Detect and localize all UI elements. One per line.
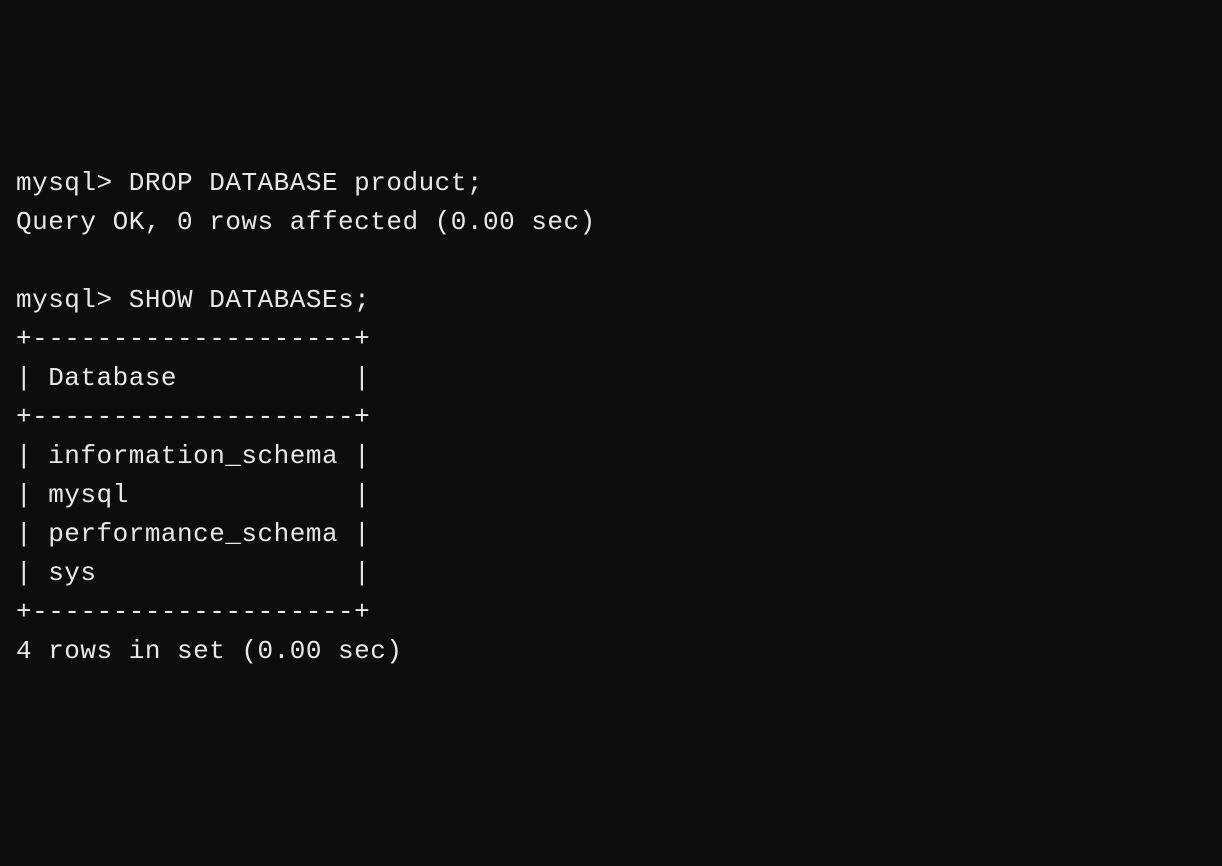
table-row: | information_schema |	[16, 437, 1206, 476]
command-show: SHOW DATABASEs;	[129, 285, 371, 315]
table-row: | sys |	[16, 554, 1206, 593]
blank-line	[16, 242, 1206, 281]
query-result-1: Query OK, 0 rows affected (0.00 sec)	[16, 203, 1206, 242]
table-row: | mysql |	[16, 476, 1206, 515]
table-border-bottom: +--------------------+	[16, 593, 1206, 632]
command-drop: DROP DATABASE product;	[129, 168, 483, 198]
query-result-2: 4 rows in set (0.00 sec)	[16, 632, 1206, 671]
mysql-prompt: mysql>	[16, 285, 113, 315]
table-border-top: +--------------------+	[16, 320, 1206, 359]
table-border-mid: +--------------------+	[16, 398, 1206, 437]
table-header: | Database |	[16, 359, 1206, 398]
mysql-prompt: mysql>	[16, 168, 113, 198]
prompt-line-2: mysql> SHOW DATABASEs;	[16, 281, 1206, 320]
prompt-line-1: mysql> DROP DATABASE product;	[16, 164, 1206, 203]
table-row: | performance_schema |	[16, 515, 1206, 554]
